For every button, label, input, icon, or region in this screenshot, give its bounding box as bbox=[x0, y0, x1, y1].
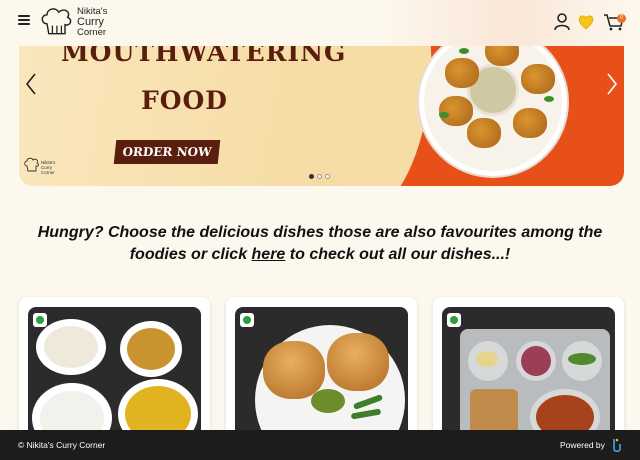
vada-item bbox=[521, 64, 555, 94]
vada-item bbox=[513, 108, 547, 138]
banner-logo-icon: Nikita's Curry Corner bbox=[24, 157, 56, 175]
all-dishes-link[interactable]: here bbox=[252, 246, 286, 263]
carousel-dot[interactable] bbox=[309, 174, 314, 179]
tagline-text-2: to check out all our dishes...! bbox=[285, 246, 511, 263]
copyright-text: © Nikita's Curry Corner bbox=[18, 440, 106, 450]
dish-image bbox=[442, 307, 615, 447]
carousel-dot[interactable] bbox=[325, 174, 330, 179]
pav-bun bbox=[327, 333, 389, 391]
vada-item bbox=[445, 58, 479, 88]
user-icon[interactable] bbox=[552, 12, 572, 32]
raita-bowl bbox=[36, 319, 106, 375]
banner-title-line2: FOOD bbox=[141, 86, 228, 115]
site-footer: © Nikita's Curry Corner Powered by bbox=[0, 430, 640, 460]
provider-logo-icon[interactable] bbox=[610, 437, 624, 453]
dish-card[interactable] bbox=[433, 297, 624, 447]
onion-bowl bbox=[516, 341, 556, 381]
sabzi-bowl bbox=[120, 321, 182, 377]
cart-icon[interactable]: 0 bbox=[603, 12, 626, 32]
vada-item bbox=[467, 118, 501, 148]
header-decoration bbox=[380, 0, 640, 46]
garnish-leaf bbox=[544, 96, 554, 102]
veg-indicator-icon bbox=[33, 313, 47, 327]
order-now-button[interactable]: ORDER NOW bbox=[113, 140, 221, 164]
svg-text:Corner: Corner bbox=[41, 170, 55, 175]
intro-tagline: Hungry? Choose the delicious dishes thos… bbox=[30, 222, 610, 266]
veg-indicator-icon bbox=[447, 313, 461, 327]
powered-by-text: Powered by bbox=[560, 440, 605, 450]
cart-count-badge: 0 bbox=[617, 14, 626, 23]
dish-image bbox=[235, 307, 408, 447]
carousel-indicators bbox=[309, 174, 330, 179]
site-logo[interactable]: Nikita's Curry Corner bbox=[38, 4, 107, 40]
lemon-bowl bbox=[468, 341, 508, 381]
garnish-leaf bbox=[439, 112, 449, 118]
garnish-leaf bbox=[459, 48, 469, 54]
carousel-dot[interactable] bbox=[317, 174, 322, 179]
dish-card[interactable] bbox=[226, 297, 417, 447]
chutney bbox=[311, 389, 345, 413]
dish-image bbox=[28, 307, 201, 447]
site-header: Nikita's Curry Corner 0 bbox=[0, 0, 640, 46]
carousel-next-arrow-icon[interactable] bbox=[602, 70, 622, 98]
vada-item bbox=[439, 96, 473, 126]
hamburger-menu-icon[interactable] bbox=[18, 15, 30, 27]
chilli-bowl bbox=[562, 341, 602, 381]
veg-indicator-icon bbox=[240, 313, 254, 327]
heart-icon[interactable] bbox=[576, 12, 596, 32]
dish-card[interactable] bbox=[19, 297, 210, 447]
carousel-prev-arrow-icon[interactable] bbox=[21, 70, 41, 98]
pav-bun bbox=[263, 341, 325, 399]
brand-name: Nikita's Curry Corner bbox=[77, 5, 108, 38]
chef-hat-icon bbox=[41, 8, 72, 35]
